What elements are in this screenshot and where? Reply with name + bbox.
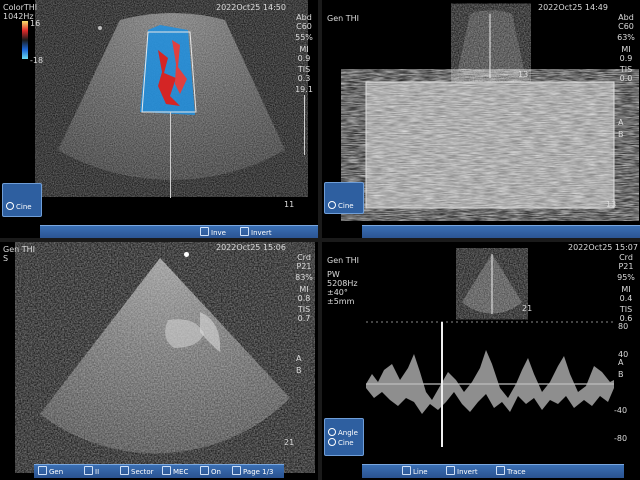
param-tis: TIS 0.0 <box>619 65 633 83</box>
toggle-icon <box>38 466 47 475</box>
param-gain: 83% <box>295 273 313 282</box>
toggle-icon <box>240 227 249 236</box>
angle-cine-control[interactable]: Angle Cine <box>324 418 364 456</box>
cine-control[interactable]: Cine <box>324 182 364 214</box>
toggle-icon <box>446 466 455 475</box>
param-gain: 63% <box>617 33 635 42</box>
marker-a: A <box>618 358 624 367</box>
toolbar-item-inve[interactable]: Inve <box>200 227 226 238</box>
depth-value-image: 13 <box>518 70 529 79</box>
date-time: 2022Oct25 15:07 <box>568 243 638 252</box>
m-mode-image <box>365 10 615 209</box>
param-tis: TIS 0.3 <box>297 65 311 83</box>
toolbar-item-invert[interactable]: Invert <box>446 466 478 477</box>
date-time: 2022Oct25 14:49 <box>538 3 608 12</box>
toggle-icon <box>200 227 209 236</box>
marker-a: A <box>618 118 624 127</box>
param-mi: MI 0.8 <box>297 285 311 303</box>
knob-icon <box>328 438 336 446</box>
toolbar-item-sector[interactable]: Sector <box>120 466 154 477</box>
param-mi: MI 0.4 <box>619 285 633 303</box>
marker-a: A <box>296 354 302 363</box>
color-scale-min: -18 <box>30 56 44 65</box>
param-mi: MI 0.9 <box>297 45 311 63</box>
depth-value: 21 <box>284 438 295 447</box>
depth-value: 11 <box>284 200 295 209</box>
param-probe: Abd C60 <box>618 13 634 31</box>
toolbar-item-invert[interactable]: Invert <box>240 227 272 238</box>
orientation-marker <box>184 252 189 257</box>
knob-icon <box>328 428 336 436</box>
bottom-toolbar <box>362 225 640 238</box>
depth-value-trace: 13 <box>606 200 617 209</box>
marker-b: B <box>618 130 624 139</box>
pw-image <box>366 254 614 447</box>
pw-settings: PW 5208Hz ±40° ±5mm <box>327 270 358 306</box>
velocity-tick-80: 80 <box>618 322 629 331</box>
velocity-tick-neg40: -40 <box>614 406 628 415</box>
param-gain: 95% <box>617 273 635 282</box>
sector-image <box>40 258 290 454</box>
toggle-icon <box>402 466 411 475</box>
marker-b: B <box>296 366 302 375</box>
param-gain: 55% <box>295 33 313 42</box>
toolbar-item-mec[interactable]: MEC <box>162 466 188 477</box>
toggle-icon <box>84 466 93 475</box>
bottom-toolbar: Inve Invert <box>40 225 318 238</box>
pw-doppler-panel: Gen THI PW 5208Hz ±40° ±5mm 2022Oct25 15… <box>322 242 640 480</box>
knob-icon <box>6 202 14 210</box>
param-probe: Crd P21 <box>618 253 634 271</box>
toggle-icon <box>496 466 505 475</box>
param-probe: Crd P21 <box>296 253 312 271</box>
toolbar-item-page[interactable]: Page 1/3 <box>232 466 273 477</box>
depth-value: 21 <box>522 304 533 313</box>
doppler-cursor-line[interactable] <box>170 112 171 198</box>
toolbar-item-ii[interactable]: II <box>84 466 99 477</box>
color-velocity-bar <box>22 21 28 59</box>
bottom-toolbar: Gen II Sector MEC On Page 1/3 <box>34 464 284 478</box>
page-icon <box>232 466 241 475</box>
toolbar-item-line[interactable]: Line <box>402 466 428 477</box>
toolbar-item-trace[interactable]: Trace <box>496 466 526 477</box>
color-scale-max: 16 <box>30 19 41 28</box>
sector-image <box>58 12 285 180</box>
marker-b: B <box>618 370 624 379</box>
knob-icon <box>328 201 336 209</box>
param-extra: 19.1 <box>295 85 313 94</box>
param-mi: MI 0.9 <box>619 45 633 63</box>
param-tis: TIS 0.7 <box>297 305 311 323</box>
m-mode-panel: Gen THI 2022Oct25 14:49 Abd C60 63% MI 0.9… <box>322 0 640 238</box>
color-doppler-panel: ColorTHI 1042Hz 16 -18 2022Oct25 14:50 Ab… <box>0 0 318 238</box>
param-probe: Abd C60 <box>296 13 312 31</box>
date-time: 2022Oct25 14:50 <box>216 3 286 12</box>
bottom-toolbar: Line Invert Trace <box>362 464 624 478</box>
param-tis: TIS 0.6 <box>619 305 633 323</box>
b-mode-panel: Gen THI S 2022Oct25 15:06 Crd P21 83% MI 0… <box>0 242 318 480</box>
toggle-icon <box>200 466 209 475</box>
toolbar-item-gen[interactable]: Gen <box>38 466 63 477</box>
depth-scale <box>304 95 305 155</box>
toggle-icon <box>120 466 129 475</box>
mode-label: Gen THI S <box>3 245 36 263</box>
toggle-icon <box>162 466 171 475</box>
toolbar-item-on[interactable]: On <box>200 466 221 477</box>
mode-label: Gen THI <box>327 256 360 265</box>
cine-control[interactable]: Cine <box>2 183 42 217</box>
velocity-tick-40: 40 <box>618 350 629 359</box>
mode-label: Gen THI <box>327 14 360 23</box>
date-time: 2022Oct25 15:06 <box>216 243 286 252</box>
velocity-tick-neg80: -80 <box>614 434 628 443</box>
orientation-marker <box>98 26 102 30</box>
